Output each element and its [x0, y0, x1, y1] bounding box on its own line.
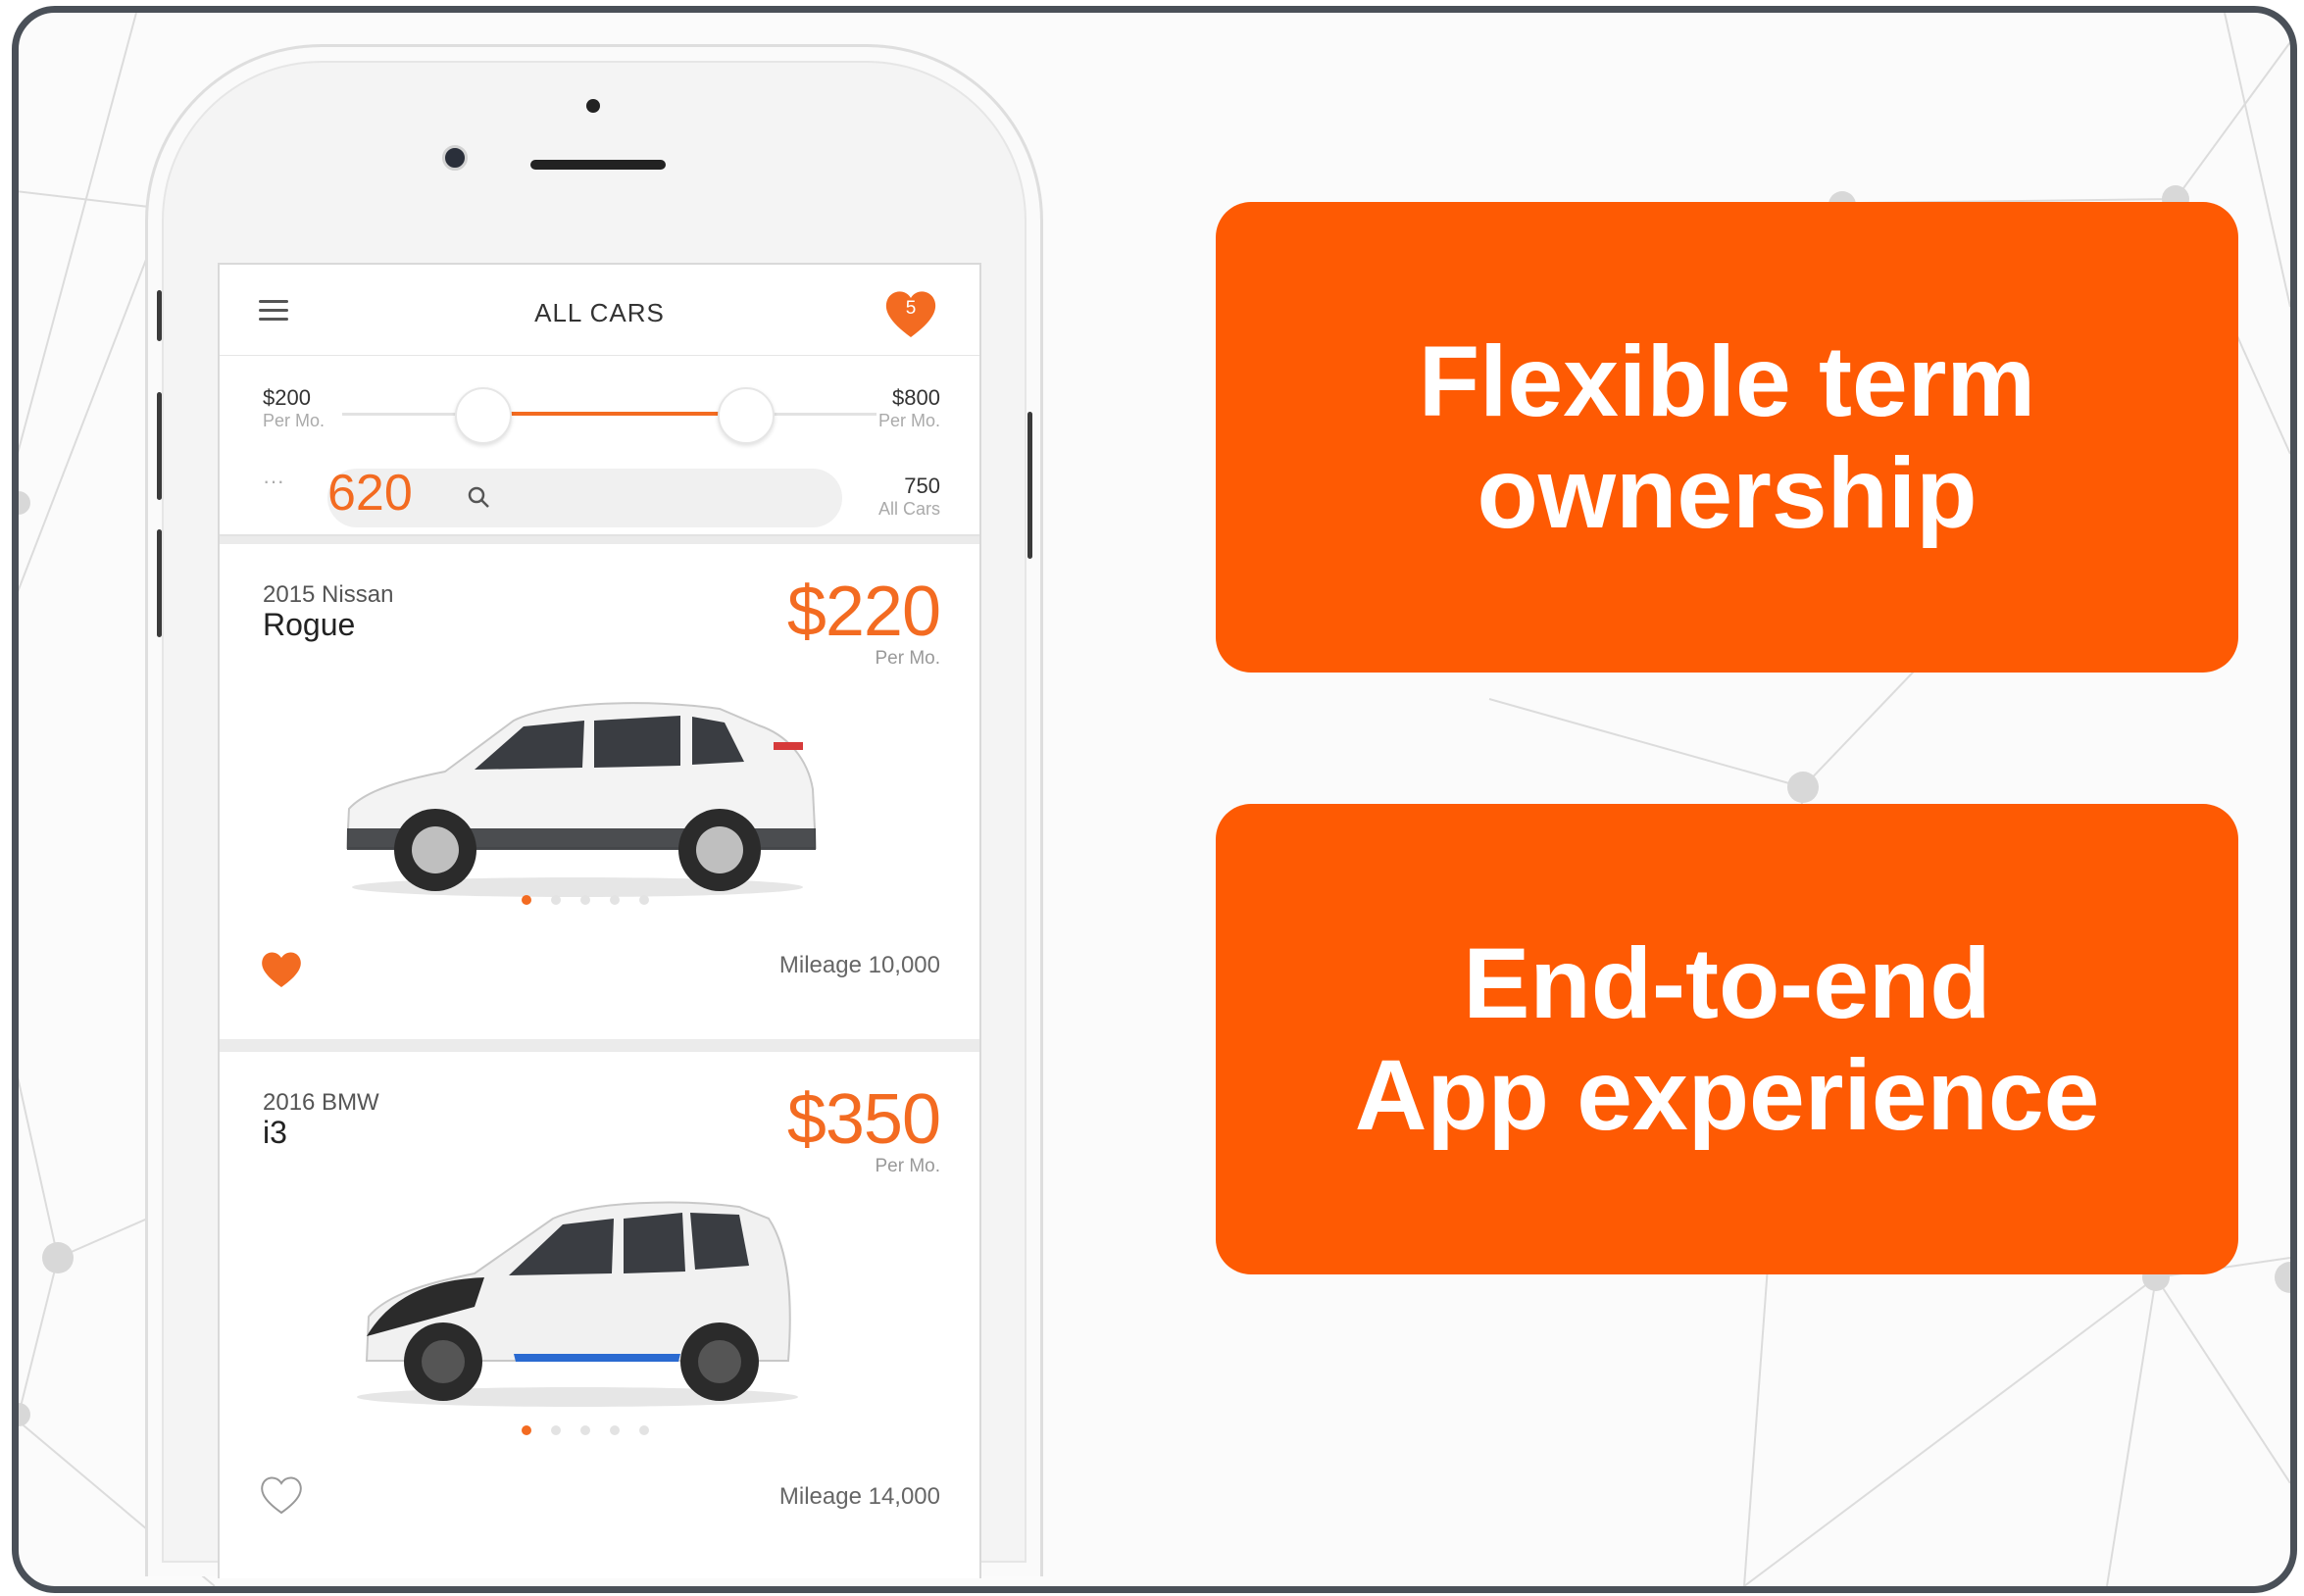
car-card[interactable]: 2016 BMW i3 $350 Per Mo. Mileage 14,000: [220, 1052, 979, 1578]
car-mileage: Mileage 10,000: [778, 952, 940, 978]
heart-icon[interactable]: [259, 948, 304, 989]
camera-dot: [586, 99, 600, 113]
heart-outline-icon[interactable]: [259, 1473, 304, 1515]
min-price-label: $200: [263, 385, 311, 410]
volume-down-button: [157, 529, 162, 637]
volume-up-button: [157, 392, 162, 500]
search-icon[interactable]: [467, 485, 490, 509]
total-count: 750: [904, 474, 940, 498]
car-price-unit: Per Mo.: [875, 1156, 940, 1176]
car-make: 2016 BMW: [263, 1089, 379, 1116]
feature-app-experience: End-to-end App experience: [1216, 804, 2238, 1274]
power-button: [1027, 412, 1032, 559]
feature-line: App experience: [1354, 1039, 2100, 1151]
speaker-grille: [530, 160, 666, 170]
max-price-handle[interactable]: [718, 387, 775, 444]
image-pager[interactable]: [522, 892, 678, 905]
image-pager[interactable]: [522, 1422, 678, 1435]
front-camera: [442, 145, 468, 171]
min-price-unit: Per Mo.: [263, 411, 326, 430]
results-count: 620: [327, 465, 413, 522]
max-price-label: $800: [892, 385, 940, 410]
favorites-count: 5: [905, 298, 917, 319]
feature-line: ownership: [1477, 437, 1978, 549]
app-screen: ALL CARS 5 $200 Per Mo. $800 Per Mo. ···…: [218, 263, 981, 1578]
favorites-button[interactable]: 5: [881, 284, 940, 343]
car-price-unit: Per Mo.: [875, 648, 940, 669]
car-model: Rogue: [263, 607, 356, 642]
price-filter: $200 Per Mo. $800 Per Mo. ··· 620 750 Al…: [220, 356, 979, 536]
slider-range: [476, 412, 741, 416]
car-make: 2015 Nissan: [263, 581, 394, 608]
car-price: $220: [786, 573, 941, 651]
mute-switch: [157, 290, 162, 341]
car-model: i3: [263, 1115, 287, 1150]
car-mileage: Mileage 14,000: [778, 1483, 940, 1510]
feature-line: End-to-end: [1463, 927, 1991, 1039]
feature-line: Flexible term: [1418, 325, 2036, 437]
page-title: ALL CARS: [534, 298, 665, 327]
feature-flexible-ownership: Flexible term ownership: [1216, 202, 2238, 673]
max-price-unit: Per Mo.: [877, 411, 940, 430]
min-price-handle[interactable]: [455, 387, 512, 444]
total-label: All Cars: [877, 499, 940, 519]
car-image-suv[interactable]: [327, 681, 827, 902]
car-card[interactable]: 2015 Nissan Rogue $220 Per Mo. Mileage 1…: [220, 544, 979, 1039]
ellipsis: ···: [263, 469, 284, 493]
app-header: ALL CARS 5: [220, 265, 979, 356]
car-image-hatchback[interactable]: [327, 1189, 827, 1410]
car-price: $350: [786, 1080, 941, 1159]
